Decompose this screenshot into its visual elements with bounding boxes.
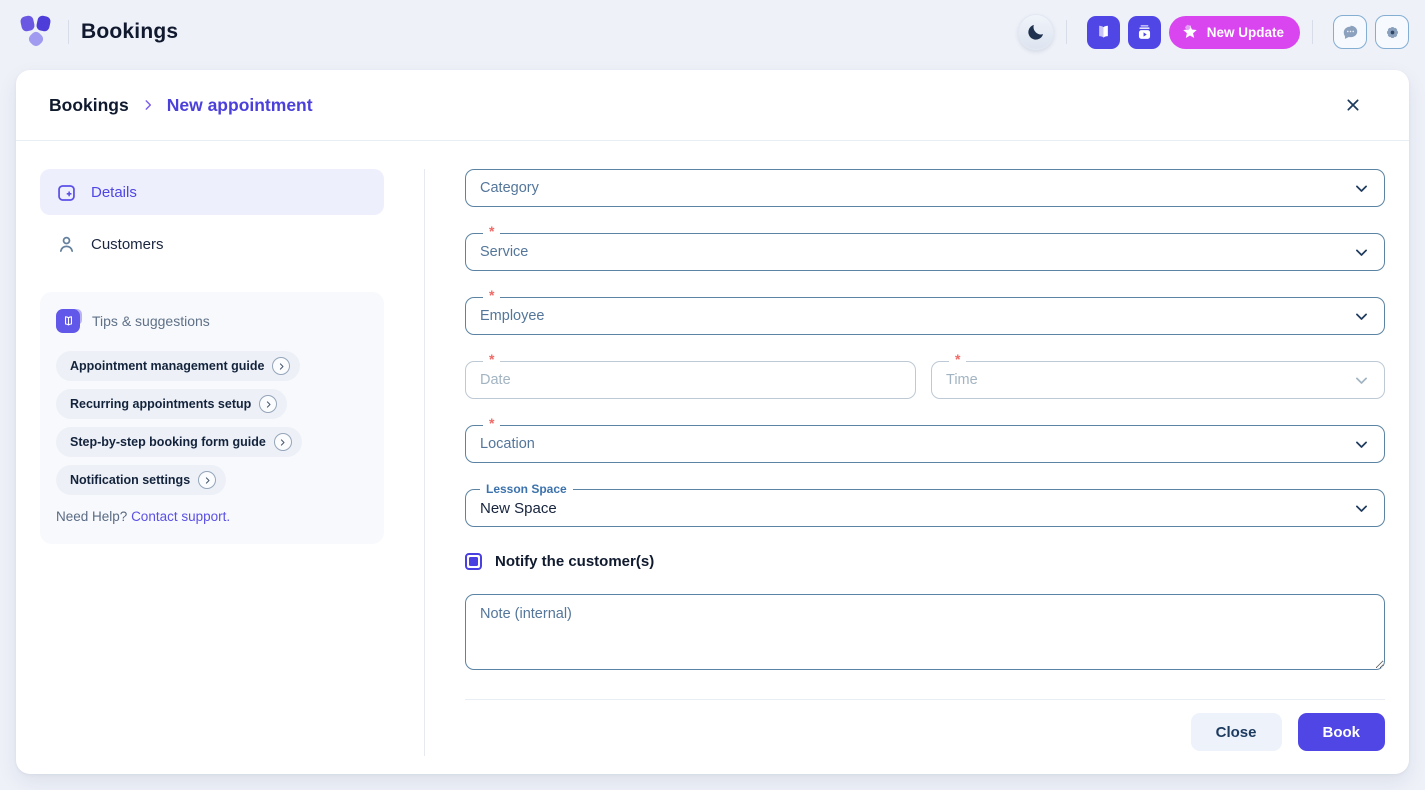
- location-dropdown[interactable]: * Location: [465, 425, 1385, 463]
- chevron-down-icon: [1353, 436, 1370, 453]
- chevron-down-icon: [1353, 372, 1370, 389]
- chevron-down-icon: [1353, 244, 1370, 261]
- sidebar-item-customers[interactable]: Customers: [40, 221, 384, 267]
- tips-book-icon: [56, 309, 80, 333]
- chevron-right-circle-icon: [259, 395, 277, 413]
- tip-link-appointment-management-guide[interactable]: Appointment management guide: [56, 351, 300, 381]
- star-icon: [1181, 23, 1199, 41]
- gear-icon: [1383, 23, 1402, 42]
- sidebar-item-label: Customers: [91, 236, 164, 253]
- chevron-right-circle-icon: [198, 471, 216, 489]
- new-appointment-panel: Bookings New appointment Details: [16, 70, 1409, 774]
- checkbox-checked-mark: [469, 557, 478, 566]
- help-line: Need Help? Contact support.: [56, 509, 368, 524]
- chevron-right-circle-icon: [274, 433, 292, 451]
- tips-title: Tips & suggestions: [92, 313, 210, 329]
- category-dropdown[interactable]: Category: [465, 169, 1385, 207]
- video-playlist-icon: [1135, 23, 1154, 42]
- notify-checkbox[interactable]: [465, 553, 482, 570]
- breadcrumb-new-appointment: New appointment: [167, 95, 313, 116]
- help-prefix: Need Help?: [56, 509, 131, 524]
- open-book-icon: [1094, 23, 1113, 42]
- lesson-space-value: New Space: [480, 500, 557, 517]
- lesson-space-dropdown[interactable]: Lesson Space New Space: [465, 489, 1385, 527]
- employee-dropdown[interactable]: * Employee: [465, 297, 1385, 335]
- chat-bubble-icon: [1341, 23, 1360, 42]
- content-divider: [424, 169, 425, 756]
- sidebar: Details Customers: [40, 169, 384, 774]
- header-divider: [1066, 20, 1067, 44]
- time-dropdown[interactable]: * Time: [931, 361, 1385, 399]
- tip-link-step-by-step-booking-form-guide[interactable]: Step-by-step booking form guide: [56, 427, 302, 457]
- person-icon: [56, 234, 77, 255]
- contact-support-link[interactable]: Contact support.: [131, 509, 230, 524]
- time-placeholder: Time: [946, 372, 978, 388]
- internal-note-textarea[interactable]: [465, 594, 1385, 670]
- notify-label: Notify the customer(s): [495, 553, 654, 570]
- required-marker: *: [483, 224, 500, 238]
- required-marker: *: [483, 416, 500, 430]
- lesson-space-label: Lesson Space: [480, 482, 573, 496]
- service-placeholder: Service: [480, 244, 528, 260]
- employee-placeholder: Employee: [480, 308, 544, 324]
- feedback-chat-button[interactable]: [1333, 15, 1367, 49]
- header-divider: [1312, 20, 1313, 44]
- close-button[interactable]: Close: [1191, 713, 1282, 751]
- service-dropdown[interactable]: * Service: [465, 233, 1385, 271]
- date-input[interactable]: [480, 362, 901, 398]
- required-marker: *: [483, 352, 500, 366]
- chevron-down-icon: [1353, 308, 1370, 325]
- app-title: Bookings: [81, 20, 178, 44]
- calendar-plus-icon: [56, 182, 77, 203]
- category-placeholder: Category: [480, 180, 539, 196]
- form-footer: Close Book: [465, 699, 1385, 764]
- tips-panel: Tips & suggestions Appointment managemen…: [40, 292, 384, 544]
- top-bar: Bookings New Update: [0, 0, 1425, 64]
- chevron-right-circle-icon: [272, 357, 290, 375]
- new-update-button[interactable]: New Update: [1169, 16, 1300, 49]
- location-placeholder: Location: [480, 436, 535, 452]
- chevron-down-icon: [1353, 180, 1370, 197]
- appointment-form: Category * Service * Emp: [465, 169, 1385, 774]
- panel-header: Bookings New appointment: [16, 70, 1409, 141]
- header-divider: [68, 20, 69, 44]
- sidebar-item-label: Details: [91, 184, 137, 201]
- app-logo-icon: [16, 12, 56, 52]
- book-button[interactable]: Book: [1298, 713, 1386, 751]
- breadcrumb-chevron-icon: [141, 98, 155, 112]
- date-field[interactable]: *: [465, 361, 916, 399]
- tip-link-notification-settings[interactable]: Notification settings: [56, 465, 226, 495]
- guide-library-button[interactable]: [1087, 16, 1120, 49]
- dark-mode-toggle[interactable]: [1018, 14, 1054, 50]
- chevron-down-icon: [1353, 500, 1370, 517]
- close-panel-button[interactable]: [1341, 93, 1365, 117]
- close-icon: [1345, 97, 1361, 113]
- settings-button[interactable]: [1375, 15, 1409, 49]
- required-marker: *: [949, 352, 966, 366]
- moon-icon: [1026, 22, 1046, 42]
- new-update-label: New Update: [1207, 25, 1284, 40]
- breadcrumb-bookings[interactable]: Bookings: [49, 95, 129, 116]
- tip-link-recurring-appointments-setup[interactable]: Recurring appointments setup: [56, 389, 287, 419]
- required-marker: *: [483, 288, 500, 302]
- video-tutorials-button[interactable]: [1128, 16, 1161, 49]
- sidebar-item-details[interactable]: Details: [40, 169, 384, 215]
